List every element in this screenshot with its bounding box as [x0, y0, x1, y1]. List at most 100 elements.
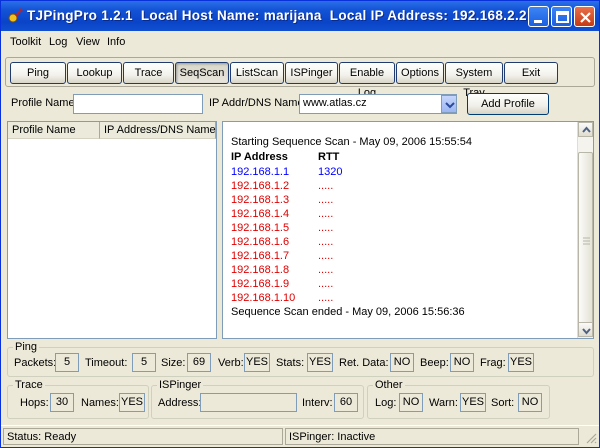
menu-log[interactable]: Log: [49, 36, 67, 48]
status-bar: Status: Ready ISPinger: Inactive: [1, 425, 599, 447]
result-rtt: .....: [318, 208, 334, 220]
result-ip: 192.168.1.5: [231, 222, 290, 234]
window-title: TJPingPro 1.2.1 Local Host Name: marijan…: [27, 8, 527, 23]
ping-group-title: Ping: [13, 341, 40, 353]
status-text: Status: Ready: [3, 428, 283, 445]
options-button[interactable]: Options: [396, 62, 444, 84]
col-profile-name[interactable]: Profile Name: [8, 122, 100, 139]
lookup-button[interactable]: Lookup: [67, 62, 122, 84]
trace-group: Trace Hops: 30 Names: YES: [7, 379, 149, 419]
result-ip: 192.168.1.9: [231, 278, 290, 290]
packets-label: Packets:: [14, 357, 57, 369]
stats-label: Stats:: [276, 357, 305, 369]
hops-value[interactable]: 30: [50, 393, 74, 412]
warn-label: Warn:: [429, 397, 458, 409]
profile-list[interactable]: Profile Name IP Address/DNS Name: [7, 121, 217, 339]
profile-name-label: Profile Name:: [11, 97, 78, 109]
frag-label: Frag:: [480, 357, 506, 369]
result-ip: 192.168.1.7: [231, 250, 290, 262]
other-group-title: Other: [373, 379, 405, 391]
timeout-label: Timeout:: [85, 357, 128, 369]
scroll-thumb[interactable]: [578, 152, 593, 330]
scan-end-line: Sequence Scan ended - May 09, 2006 15:56…: [231, 306, 465, 318]
hops-label: Hops:: [20, 397, 49, 409]
log-value[interactable]: NO: [399, 393, 423, 412]
result-rtt: .....: [318, 250, 334, 262]
minimize-button[interactable]: [528, 6, 549, 27]
result-ip: 192.168.1.2: [231, 180, 290, 192]
result-ip: 192.168.1.4: [231, 208, 290, 220]
retdata-value[interactable]: NO: [390, 353, 414, 372]
resize-grip-icon[interactable]: [585, 432, 597, 444]
size-value[interactable]: 69: [187, 353, 211, 372]
ip-dns-dropdown-button[interactable]: [441, 95, 457, 113]
ispinger-button[interactable]: ISPinger: [285, 62, 338, 84]
retdata-label: Ret. Data:: [339, 357, 389, 369]
ispinger-group-title: ISPinger: [157, 379, 204, 391]
menu-bar: Toolkit Log View Info: [1, 31, 599, 53]
maximize-button[interactable]: [551, 6, 572, 27]
menu-toolkit[interactable]: Toolkit: [10, 36, 41, 48]
scroll-down-button[interactable]: [578, 322, 593, 337]
names-value[interactable]: YES: [119, 393, 145, 412]
beep-value[interactable]: NO: [450, 353, 474, 372]
ip-header: IP Address: [231, 151, 288, 163]
names-label: Names:: [81, 397, 119, 409]
result-rtt: .....: [318, 236, 334, 248]
address-value[interactable]: [200, 393, 297, 412]
chevron-up-icon: [582, 126, 591, 133]
log-label: Log:: [375, 397, 397, 409]
sort-value[interactable]: NO: [518, 393, 542, 412]
result-rtt: .....: [318, 278, 334, 290]
size-label: Size:: [161, 357, 186, 369]
warn-value[interactable]: YES: [460, 393, 486, 412]
menu-info[interactable]: Info: [107, 36, 125, 48]
beep-label: Beep:: [420, 357, 449, 369]
result-ip: 192.168.1.10: [231, 292, 296, 304]
other-group: Other Log: NO Warn: YES Sort: NO: [367, 379, 550, 419]
result-ip: 192.168.1.1: [231, 166, 290, 178]
menu-view[interactable]: View: [76, 36, 100, 48]
rtt-header: RTT: [318, 151, 340, 163]
result-rtt: .....: [318, 264, 334, 276]
result-rtt: .....: [318, 222, 334, 234]
app-window: TJPingPro 1.2.1 Local Host Name: marijan…: [0, 0, 600, 448]
app-icon: [8, 8, 23, 23]
result-rtt: .....: [318, 180, 334, 192]
system-tray-button[interactable]: System Tray: [445, 62, 503, 99]
listscan-button[interactable]: ListScan: [230, 62, 284, 84]
trace-button[interactable]: Trace: [123, 62, 174, 84]
scroll-up-button[interactable]: [578, 122, 593, 137]
ping-button[interactable]: Ping: [10, 62, 66, 84]
address-label: Address:: [158, 397, 202, 409]
result-ip: 192.168.1.3: [231, 194, 290, 206]
sort-label: Sort:: [491, 397, 515, 409]
packets-value[interactable]: 5: [55, 353, 79, 372]
enable-log-button[interactable]: Enable Log: [339, 62, 395, 99]
timeout-value[interactable]: 5: [132, 353, 156, 372]
ip-dns-select[interactable]: www.atlas.cz: [299, 94, 457, 114]
ispinger-status: ISPinger: Inactive: [285, 428, 579, 445]
chevron-down-icon: [445, 102, 455, 109]
close-button[interactable]: [574, 6, 595, 27]
verb-value[interactable]: YES: [244, 353, 270, 372]
frag-value[interactable]: YES: [508, 353, 534, 372]
minimize-icon: [534, 20, 542, 23]
result-rtt: .....: [318, 194, 334, 206]
close-icon: [580, 12, 591, 23]
stats-value[interactable]: YES: [307, 353, 333, 372]
interv-value[interactable]: 60: [334, 393, 358, 412]
toolbar: Ping Lookup Trace SeqScan ListScan ISPin…: [5, 57, 595, 99]
add-profile-button[interactable]: Add Profile: [467, 93, 549, 115]
output-scrollbar[interactable]: [577, 122, 593, 338]
exit-button[interactable]: Exit: [504, 62, 558, 84]
seqscan-button[interactable]: SeqScan: [175, 62, 229, 84]
title-bar[interactable]: TJPingPro 1.2.1 Local Host Name: marijan…: [1, 1, 599, 31]
profile-name-input[interactable]: [73, 94, 203, 114]
scan-output[interactable]: Starting Sequence Scan - May 09, 2006 15…: [222, 121, 594, 339]
ping-group: Ping Packets: 5 Timeout: 5 Size: 69 Verb…: [7, 341, 594, 377]
maximize-icon: [556, 11, 569, 23]
col-ip-address[interactable]: IP Address/DNS Name: [100, 122, 216, 139]
ip-dns-label: IP Addr/DNS Name:: [209, 97, 307, 109]
grip-icon: [583, 237, 590, 245]
